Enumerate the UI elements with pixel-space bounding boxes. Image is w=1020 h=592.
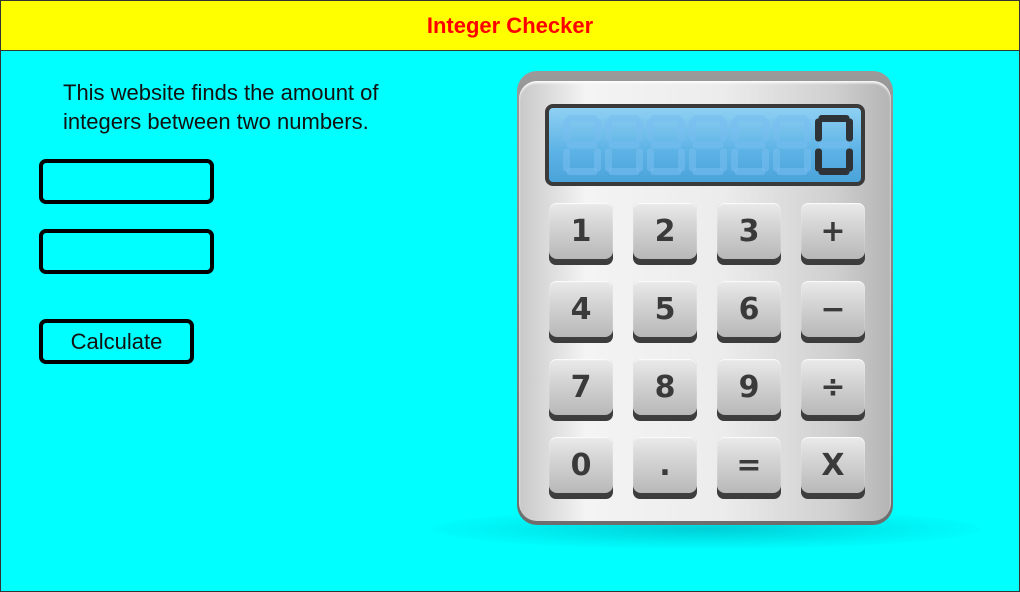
key-label: =	[717, 437, 781, 493]
key-0[interactable]: 0	[549, 437, 613, 499]
key-label: 5	[633, 281, 697, 337]
first-number-input[interactable]	[39, 159, 214, 204]
lcd-segment-unlit	[734, 115, 766, 122]
key-equals[interactable]: =	[717, 437, 781, 499]
lcd-segment-unlit	[734, 168, 766, 175]
lcd-segment-unlit	[692, 115, 724, 122]
lcd-segment-unlit	[731, 118, 738, 142]
lcd-segment-lit	[846, 148, 853, 172]
lcd-segment-unlit	[605, 148, 612, 172]
lcd-segment-unlit	[608, 115, 640, 122]
key-label: 4	[549, 281, 613, 337]
lcd-segment-unlit	[594, 148, 601, 172]
key-label: 8	[633, 359, 697, 415]
lcd-segment-unlit	[776, 115, 808, 122]
key-2[interactable]: 2	[633, 203, 697, 265]
lcd-segment-unlit	[731, 148, 738, 172]
key-multiply[interactable]: X	[801, 437, 865, 499]
lcd-segment-unlit	[636, 148, 643, 172]
key-label: ÷	[801, 359, 865, 415]
lcd-digits	[563, 115, 853, 175]
calculator-display: 0	[545, 104, 865, 186]
lcd-segment-unlit	[608, 168, 640, 175]
key-9[interactable]: 9	[717, 359, 781, 421]
lcd-segment-unlit	[650, 141, 682, 149]
lcd-segment-unlit	[692, 168, 724, 175]
lcd-segment-unlit	[762, 148, 769, 172]
lcd-segment-unlit	[734, 141, 766, 149]
header-bar: Integer Checker	[1, 1, 1019, 51]
lcd-segment-unlit	[720, 118, 727, 142]
key-label: 7	[549, 359, 613, 415]
page-title: Integer Checker	[426, 12, 594, 38]
lcd-segment-unlit	[804, 118, 811, 142]
key-4[interactable]: 4	[549, 281, 613, 343]
second-number-input[interactable]	[39, 229, 214, 274]
key-decimal-point[interactable]: .	[633, 437, 697, 499]
key-divide[interactable]: ÷	[801, 359, 865, 421]
key-8[interactable]: 8	[633, 359, 697, 421]
lcd-segment-unlit	[678, 118, 685, 142]
calculate-button[interactable]: Calculate	[39, 319, 194, 364]
lcd-segment-unlit	[776, 141, 808, 149]
lcd-segment-unlit	[647, 148, 654, 172]
lcd-segment-unlit	[594, 118, 601, 142]
key-label: .	[633, 437, 697, 493]
lcd-segment-unlit	[689, 118, 696, 142]
lcd-segment-unlit	[804, 148, 811, 172]
lcd-segment-unlit	[647, 118, 654, 142]
key-6[interactable]: 6	[717, 281, 781, 343]
lcd-segment-unlit	[608, 141, 640, 149]
lcd-segment-unlit	[563, 148, 570, 172]
lcd-segment-lit	[815, 118, 822, 142]
key-label: 6	[717, 281, 781, 337]
key-label: X	[801, 437, 865, 493]
lcd-segment-lit	[815, 148, 822, 172]
key-label: 3	[717, 203, 781, 259]
lcd-segment-unlit	[678, 148, 685, 172]
lcd-segment-unlit	[720, 148, 727, 172]
lcd-segment-unlit	[818, 141, 850, 149]
key-3[interactable]: 3	[717, 203, 781, 265]
page: Integer Checker This website finds the a…	[0, 0, 1020, 592]
lcd-segment-unlit	[773, 118, 780, 142]
key-7[interactable]: 7	[549, 359, 613, 421]
lcd-segment-unlit	[650, 115, 682, 122]
lcd-segment-unlit	[773, 148, 780, 172]
lcd-segment-unlit	[566, 141, 598, 149]
lcd-segment-unlit	[776, 168, 808, 175]
intro-text: This website finds the amount of integer…	[63, 80, 379, 134]
key-label: 9	[717, 359, 781, 415]
lcd-segment-unlit	[689, 148, 696, 172]
lcd-segment-unlit	[650, 168, 682, 175]
key-5[interactable]: 5	[633, 281, 697, 343]
key-label: 1	[549, 203, 613, 259]
key-plus[interactable]: +	[801, 203, 865, 265]
lcd-segment-unlit	[566, 115, 598, 122]
key-minus[interactable]: −	[801, 281, 865, 343]
lcd-segment-unlit	[566, 168, 598, 175]
lcd-segment-lit	[846, 118, 853, 142]
calculator-illustration: 0 123 +456− 789 ÷ 0. = X	[431, 69, 981, 559]
lcd-segment-unlit	[605, 118, 612, 142]
lcd-segment-unlit	[692, 141, 724, 149]
key-label: +	[801, 203, 865, 259]
lcd-segment-unlit	[563, 118, 570, 142]
key-label: −	[801, 281, 865, 337]
key-label: 2	[633, 203, 697, 259]
key-1[interactable]: 1	[549, 203, 613, 265]
lcd-segment-lit	[818, 115, 850, 122]
lcd-segment-unlit	[636, 118, 643, 142]
lcd-segment-unlit	[762, 118, 769, 142]
lcd-segment-lit	[818, 168, 850, 175]
key-label: 0	[549, 437, 613, 493]
